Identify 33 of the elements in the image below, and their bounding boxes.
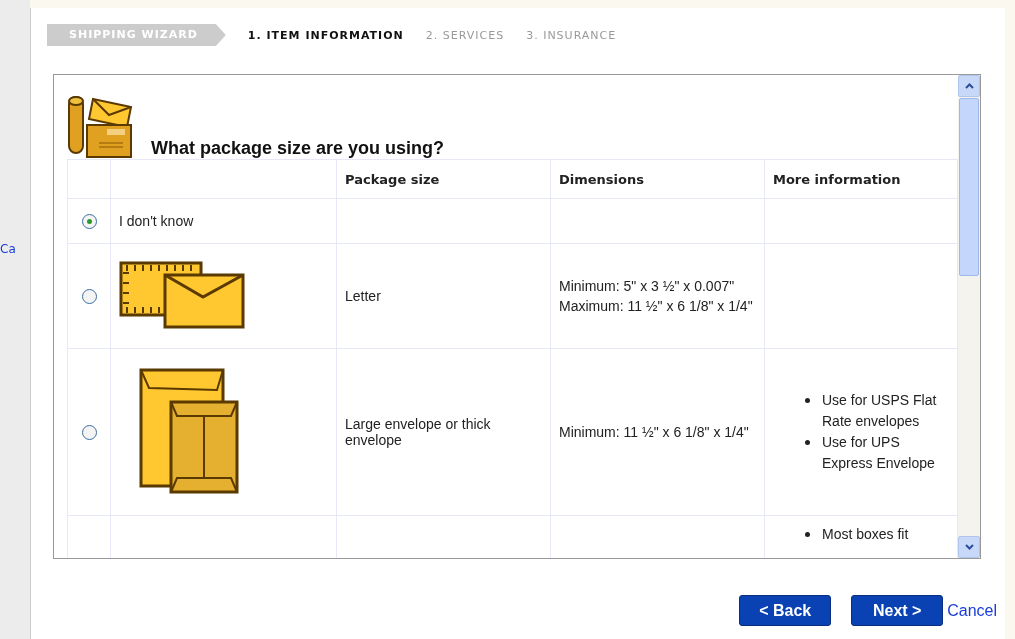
bullet-icon [805,532,810,537]
dimensions-text: Maximum: 11 ½" x 6 1/8" x 1/4" [559,297,754,316]
dimensions-text: Minimum: 11 ½" x 6 1/8" x 1/4" [559,422,750,442]
cancel-link[interactable]: Cancel [947,601,997,620]
info-text: Most boxes fit [822,525,909,544]
scroll-up-icon[interactable] [958,75,980,97]
scrollbar-thumb[interactable] [959,98,979,276]
radio-button[interactable] [81,214,97,230]
scrollbar[interactable] [958,75,980,558]
wizard-step: 2. SERVICES [425,28,505,42]
wizard-step: 1. ITEM INFORMATION [247,28,404,42]
package-size: Large envelope or thick envelope [345,416,491,448]
info-text: Use for USPS Flat Rate envelopes [822,391,938,431]
info-text: Use for UPS Express Envelope [822,433,936,473]
dimensions-text: Minimum: 5" x 3 ½" x 0.007" [559,276,736,296]
package-size: Letter [345,288,381,304]
next-button[interactable]: Next > [851,595,944,626]
radio-button[interactable] [81,425,97,441]
background-link[interactable]: Ca [0,242,16,256]
wizard-step: 3. INSURANCE [526,28,617,42]
question-heading: What package size are you using? [151,138,445,159]
option-label: I don't know [119,213,194,229]
packages-icon [67,93,135,159]
column-header: Package size [336,159,551,199]
radio-button[interactable] [81,289,97,305]
scroll-down-icon[interactable] [958,536,980,558]
column-header: Dimensions [550,159,765,199]
large-envelopes-icon [139,367,239,494]
letters-icon [119,260,247,329]
column-header: More information [764,159,958,199]
bullet-icon [805,398,810,403]
bullet-icon [805,440,810,445]
back-button[interactable]: < Back [739,595,832,626]
